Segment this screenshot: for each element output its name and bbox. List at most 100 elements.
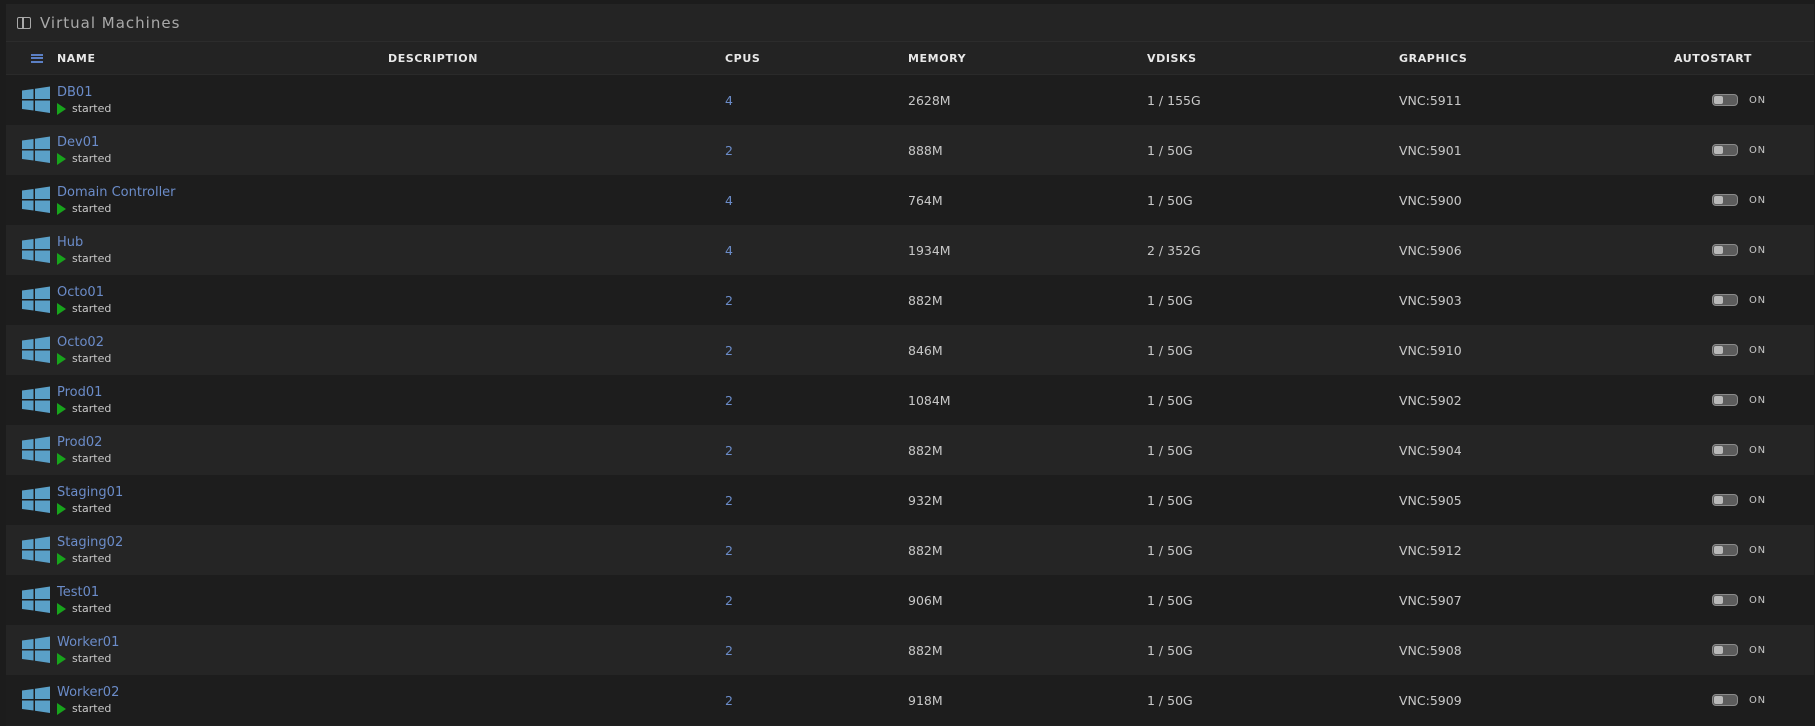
- name-cell: Octo01 started: [57, 285, 388, 315]
- windows-icon[interactable]: [21, 435, 51, 465]
- table-row[interactable]: Hub started 4 1934M 2 / 352G VNC:5906 ON: [6, 225, 1814, 275]
- table-row[interactable]: Worker02 started 2 918M 1 / 50G VNC:5909…: [6, 675, 1814, 725]
- table-row[interactable]: DB01 started 4 2628M 1 / 155G VNC:5911 O…: [6, 75, 1814, 125]
- vm-name-link[interactable]: Octo02: [57, 335, 388, 350]
- vdisks-cell: 1 / 50G: [1147, 292, 1193, 308]
- header-autostart[interactable]: AUTOSTART: [1674, 52, 1814, 65]
- autostart-toggle[interactable]: [1712, 194, 1738, 206]
- vm-name-link[interactable]: Worker02: [57, 685, 388, 700]
- header-name[interactable]: NAME: [57, 52, 388, 65]
- graphics-cell: VNC:5906: [1399, 242, 1462, 258]
- autostart-cell: ON: [1674, 444, 1814, 456]
- table-row[interactable]: Staging01 started 2 932M 1 / 50G VNC:590…: [6, 475, 1814, 525]
- cpus-cell: 2: [725, 643, 908, 658]
- memory-cell: 764M: [908, 192, 943, 208]
- table-row[interactable]: Worker01 started 2 882M 1 / 50G VNC:5908…: [6, 625, 1814, 675]
- name-cell: Test01 started: [57, 585, 388, 615]
- autostart-toggle[interactable]: [1712, 544, 1738, 556]
- cpus-link[interactable]: 2: [725, 293, 733, 308]
- vm-name-link[interactable]: Test01: [57, 585, 388, 600]
- vm-name-link[interactable]: Worker01: [57, 635, 388, 650]
- windows-icon[interactable]: [21, 385, 51, 415]
- windows-icon[interactable]: [21, 85, 51, 115]
- autostart-label: ON: [1749, 194, 1766, 206]
- cpus-cell: 2: [725, 443, 908, 458]
- table-row[interactable]: Prod02 started 2 882M 1 / 50G VNC:5904 O…: [6, 425, 1814, 475]
- cpus-link[interactable]: 4: [725, 193, 733, 208]
- memory-cell: 1084M: [908, 392, 951, 408]
- autostart-toggle[interactable]: [1712, 344, 1738, 356]
- table-row[interactable]: Domain Controller started 4 764M 1 / 50G…: [6, 175, 1814, 225]
- autostart-toggle[interactable]: [1712, 144, 1738, 156]
- table-row[interactable]: Octo02 started 2 846M 1 / 50G VNC:5910 O…: [6, 325, 1814, 375]
- vdisks-cell: 1 / 50G: [1147, 442, 1193, 458]
- play-icon: [57, 552, 66, 565]
- vm-name-link[interactable]: Staging01: [57, 485, 388, 500]
- vm-status: started: [57, 402, 388, 415]
- table-row[interactable]: Octo01 started 2 882M 1 / 50G VNC:5903 O…: [6, 275, 1814, 325]
- windows-icon[interactable]: [21, 335, 51, 365]
- autostart-toggle[interactable]: [1712, 244, 1738, 256]
- vdisks-cell: 1 / 155G: [1147, 92, 1201, 108]
- table-row[interactable]: Dev01 started 2 888M 1 / 50G VNC:5901 ON: [6, 125, 1814, 175]
- vm-name-link[interactable]: Prod01: [57, 385, 388, 400]
- vm-name-link[interactable]: Octo01: [57, 285, 388, 300]
- cpus-link[interactable]: 2: [725, 143, 733, 158]
- vm-name-link[interactable]: Dev01: [57, 135, 388, 150]
- autostart-toggle[interactable]: [1712, 494, 1738, 506]
- windows-icon[interactable]: [21, 685, 51, 715]
- header-memory[interactable]: MEMORY: [908, 52, 1147, 65]
- windows-icon[interactable]: [21, 135, 51, 165]
- header-vdisks[interactable]: VDISKS: [1147, 52, 1399, 65]
- cpus-link[interactable]: 4: [725, 93, 733, 108]
- autostart-toggle[interactable]: [1712, 444, 1738, 456]
- table-row[interactable]: Staging02 started 2 882M 1 / 50G VNC:591…: [6, 525, 1814, 575]
- panel-title: Virtual Machines: [40, 13, 181, 32]
- cpus-link[interactable]: 2: [725, 543, 733, 558]
- autostart-toggle[interactable]: [1712, 694, 1738, 706]
- memory-cell: 882M: [908, 442, 943, 458]
- header-cpus[interactable]: CPUS: [725, 52, 908, 65]
- cpus-cell: 2: [725, 343, 908, 358]
- vm-status-label: started: [72, 202, 112, 215]
- panel-icon: [17, 16, 31, 29]
- autostart-label: ON: [1749, 494, 1766, 506]
- vm-name-link[interactable]: Hub: [57, 235, 388, 250]
- vm-status-label: started: [72, 252, 112, 265]
- cpus-link[interactable]: 2: [725, 693, 733, 708]
- autostart-toggle[interactable]: [1712, 394, 1738, 406]
- autostart-toggle[interactable]: [1712, 594, 1738, 606]
- cpus-link[interactable]: 2: [725, 343, 733, 358]
- cpus-link[interactable]: 2: [725, 493, 733, 508]
- windows-icon[interactable]: [21, 535, 51, 565]
- table-row[interactable]: Test01 started 2 906M 1 / 50G VNC:5907 O…: [6, 575, 1814, 625]
- vm-name-link[interactable]: Domain Controller: [57, 185, 388, 200]
- vm-status-label: started: [72, 552, 112, 565]
- vm-name-link[interactable]: Staging02: [57, 535, 388, 550]
- windows-icon[interactable]: [21, 485, 51, 515]
- windows-icon[interactable]: [21, 285, 51, 315]
- autostart-toggle[interactable]: [1712, 644, 1738, 656]
- cpus-link[interactable]: 2: [725, 393, 733, 408]
- autostart-label: ON: [1749, 94, 1766, 106]
- cpus-link[interactable]: 2: [725, 593, 733, 608]
- header-description[interactable]: DESCRIPTION: [388, 52, 725, 65]
- windows-icon[interactable]: [21, 185, 51, 215]
- windows-icon[interactable]: [21, 235, 51, 265]
- cpus-link[interactable]: 2: [725, 643, 733, 658]
- autostart-toggle[interactable]: [1712, 294, 1738, 306]
- vm-status: started: [57, 652, 388, 665]
- vm-name-link[interactable]: Prod02: [57, 435, 388, 450]
- windows-icon[interactable]: [21, 585, 51, 615]
- autostart-cell: ON: [1674, 544, 1814, 556]
- vm-status: started: [57, 502, 388, 515]
- vm-status: started: [57, 202, 388, 215]
- windows-icon[interactable]: [21, 635, 51, 665]
- header-graphics[interactable]: GRAPHICS: [1399, 52, 1674, 65]
- cpus-link[interactable]: 2: [725, 443, 733, 458]
- cpus-link[interactable]: 4: [725, 243, 733, 258]
- table-row[interactable]: Prod01 started 2 1084M 1 / 50G VNC:5902 …: [6, 375, 1814, 425]
- vm-name-link[interactable]: DB01: [57, 85, 388, 100]
- autostart-toggle[interactable]: [1712, 94, 1738, 106]
- list-icon[interactable]: [30, 53, 43, 63]
